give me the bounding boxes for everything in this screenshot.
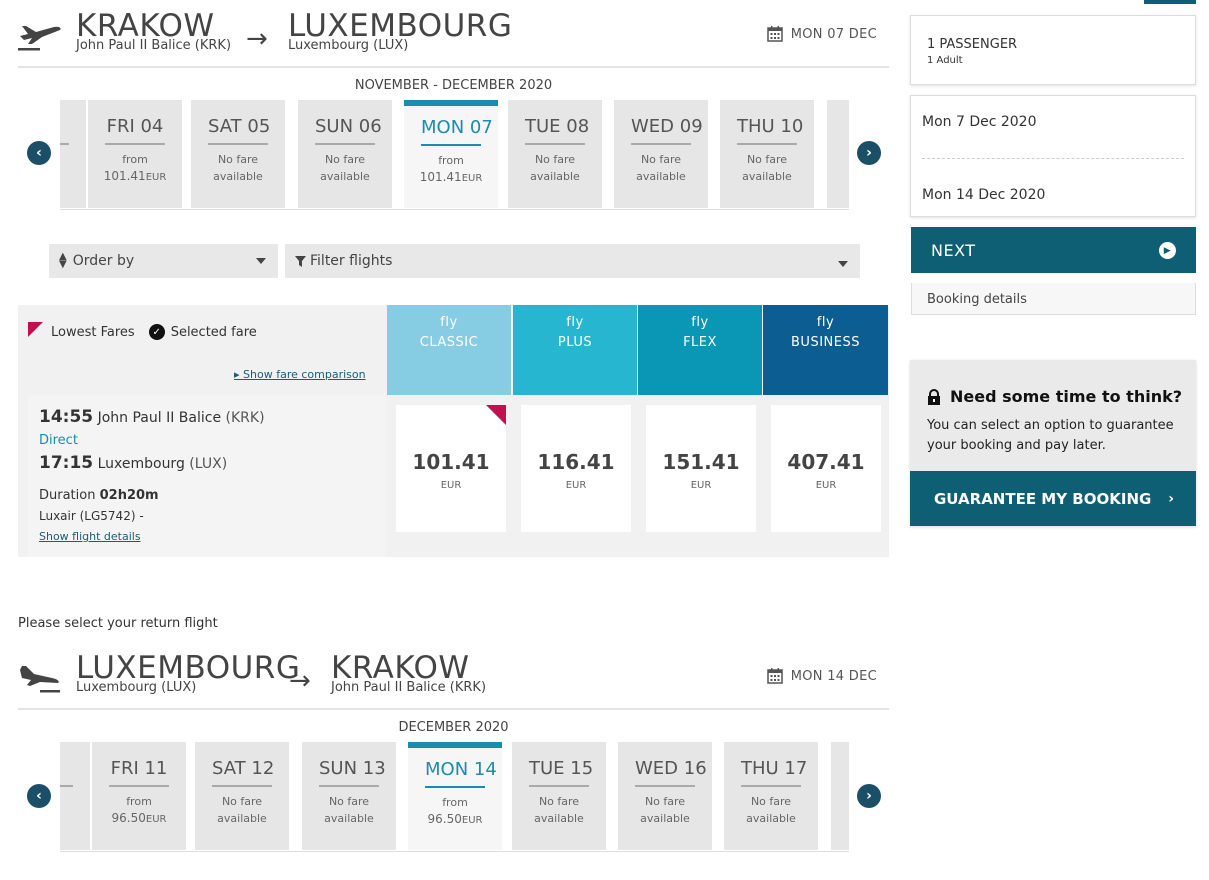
- depart-date: Mon 7 Dec 2020: [922, 114, 1037, 130]
- guarantee-panel: Need some time to think? You can select …: [910, 360, 1196, 526]
- date-cell[interactable]: FRI 04 from 101.41EUR: [88, 100, 182, 208]
- arrow-right-circle-icon: ▶: [1159, 242, 1176, 259]
- outbound-next-arrow-icon[interactable]: ›: [857, 141, 881, 165]
- passenger-card[interactable]: 1 PASSENGER 1 Adult: [910, 15, 1196, 85]
- dates-card: Mon 7 Dec 2020 Mon 14 Dec 2020: [910, 95, 1196, 217]
- return-prompt: Please select your return flight: [18, 616, 218, 631]
- next-button-label: NEXT: [931, 240, 976, 260]
- legend-lowest-label: Lowest Fares: [51, 324, 135, 340]
- date-cell[interactable]: SAT 12 No fare available: [195, 742, 289, 850]
- date-cell[interactable]: WED 09 No fare available: [614, 100, 708, 208]
- passenger-count: 1 PASSENGER: [927, 37, 1018, 52]
- date-cell-partial[interactable]: [827, 100, 849, 208]
- filter-flights-label: Filter flights: [310, 253, 393, 269]
- chevron-down-icon: [256, 258, 266, 264]
- date-cell[interactable]: WED 16 No fare available: [618, 742, 712, 850]
- fare-header-flex: fly FLEX: [638, 305, 762, 395]
- guarantee-booking-button[interactable]: GUARANTEE MY BOOKING ›: [910, 471, 1196, 526]
- date-cell[interactable]: THU 17 No fare available: [724, 742, 818, 850]
- fare-legend: Lowest Fares ✓ Selected fare: [28, 321, 257, 340]
- think-text: You can select an option to guarantee yo…: [927, 418, 1174, 453]
- date-cell-partial[interactable]: 3: [60, 100, 86, 208]
- booking-details-toggle[interactable]: Booking details: [911, 283, 1196, 315]
- inbound-date-label: MON 14 DEC: [790, 668, 877, 684]
- inbound-route-header: LUXEMBOURG Luxembourg (LUX) → KRAKOW Joh…: [18, 650, 889, 710]
- inbound-prev-arrow-icon[interactable]: ‹: [27, 784, 51, 808]
- flight-type: Direct: [39, 433, 78, 448]
- order-by-label: Order by: [72, 253, 135, 269]
- date-cell[interactable]: SAT 05 No fare available: [191, 100, 285, 208]
- fare-option-plus[interactable]: 116.41 EUR: [521, 405, 631, 532]
- return-date: Mon 14 Dec 2020: [922, 187, 1046, 203]
- lowest-fare-corner-icon: [486, 405, 506, 425]
- order-by-dropdown[interactable]: ▲ ▼ Order by: [49, 244, 278, 278]
- destination-airport: Luxembourg (LUX): [288, 38, 409, 53]
- route-arrow-icon: →: [246, 24, 268, 54]
- fare-header-business: fly BUSINESS: [763, 305, 888, 395]
- check-icon: ✓: [148, 324, 165, 340]
- outbound-date-label: MON 07 DEC: [790, 26, 877, 42]
- think-title-row: Need some time to think?: [927, 387, 1182, 406]
- fare-option-classic[interactable]: 101.41 EUR: [396, 405, 506, 532]
- arrival-line: 17:15 Luxembourg (LUX): [39, 453, 228, 473]
- origin-airport: John Paul II Balice (KRK): [76, 38, 232, 53]
- outbound-date[interactable]: MON 07 DEC: [766, 26, 877, 42]
- date-cell[interactable]: FRI 11 from 96.50EUR: [92, 742, 186, 850]
- show-flight-details-link[interactable]: Show flight details: [39, 530, 141, 543]
- lowest-fare-marker-icon: [28, 321, 43, 337]
- filter-flights-dropdown[interactable]: Filter flights: [285, 244, 860, 278]
- sidebar-top-accent: [1144, 0, 1196, 4]
- passenger-detail: 1 Adult: [927, 55, 963, 66]
- fare-option-business[interactable]: 407.41 EUR: [771, 405, 881, 532]
- date-cell-partial[interactable]: 0: [60, 742, 90, 850]
- think-title: Need some time to think?: [950, 387, 1182, 406]
- outbound-date-carousel: 3 FRI 04 from 101.41EUR SAT 05 No fareav…: [60, 100, 849, 210]
- origin-airport: Luxembourg (LUX): [76, 680, 197, 695]
- guarantee-booking-label: GUARANTEE MY BOOKING: [934, 489, 1152, 508]
- fare-option-flex[interactable]: 151.41 EUR: [646, 405, 756, 532]
- outbound-route-header: KRAKOW John Paul II Balice (KRK) → LUXEM…: [18, 8, 889, 68]
- date-cell[interactable]: TUE 08 No fare available: [508, 100, 602, 208]
- arrival-plane-icon: [20, 666, 60, 693]
- lock-icon: [928, 388, 940, 405]
- destination-airport: John Paul II Balice (KRK): [331, 680, 487, 695]
- date-cell-selected[interactable]: MON 14 from 96.50EUR: [408, 742, 502, 850]
- next-button[interactable]: NEXT ▶: [911, 227, 1196, 273]
- date-cell-selected[interactable]: MON 07 from 101.41EUR: [404, 100, 498, 208]
- outbound-prev-arrow-icon[interactable]: ‹: [27, 141, 51, 165]
- route-arrow-icon: →: [289, 666, 311, 696]
- date-cell[interactable]: THU 10 No fare available: [720, 100, 814, 208]
- chevron-right-icon: ›: [1168, 490, 1174, 507]
- inbound-next-arrow-icon[interactable]: ›: [857, 784, 881, 808]
- inbound-date-carousel: 0 FRI 11 from 96.50EUR SAT 12 No fareava…: [60, 742, 849, 852]
- filter-icon: [295, 255, 306, 267]
- chevron-down-icon: [838, 261, 848, 267]
- departure-plane-icon: [18, 26, 61, 51]
- departure-line: 14:55 John Paul II Balice (KRK): [39, 407, 265, 427]
- sort-icon: ▲ ▼: [59, 251, 67, 270]
- operator: Luxair (LG5742) -: [39, 509, 144, 523]
- fare-header-classic: fly CLASSIC: [387, 305, 511, 395]
- calendar-icon: [766, 668, 783, 684]
- inbound-month-label: DECEMBER 2020: [398, 720, 509, 735]
- inbound-date[interactable]: MON 14 DEC: [766, 668, 877, 684]
- calendar-icon: [766, 26, 783, 42]
- show-fare-comparison-link[interactable]: ▸ Show fare comparison: [234, 368, 366, 381]
- date-cell-partial[interactable]: [831, 742, 849, 850]
- date-cell[interactable]: SUN 13 No fare available: [302, 742, 396, 850]
- outbound-month-label: NOVEMBER - DECEMBER 2020: [354, 78, 553, 93]
- fare-table: Lowest Fares ✓ Selected fare ▸ Show fare…: [18, 305, 889, 557]
- duration: Duration 02h20m: [39, 488, 159, 503]
- date-cell[interactable]: TUE 15 No fare available: [512, 742, 606, 850]
- date-cell[interactable]: SUN 06 No fare available: [298, 100, 392, 208]
- flight-info: 14:55 John Paul II Balice (KRK) Direct 1…: [28, 395, 386, 557]
- fare-header-plus: fly PLUS: [513, 305, 637, 395]
- divider: [922, 158, 1184, 159]
- legend-selected-label: Selected fare: [170, 324, 257, 340]
